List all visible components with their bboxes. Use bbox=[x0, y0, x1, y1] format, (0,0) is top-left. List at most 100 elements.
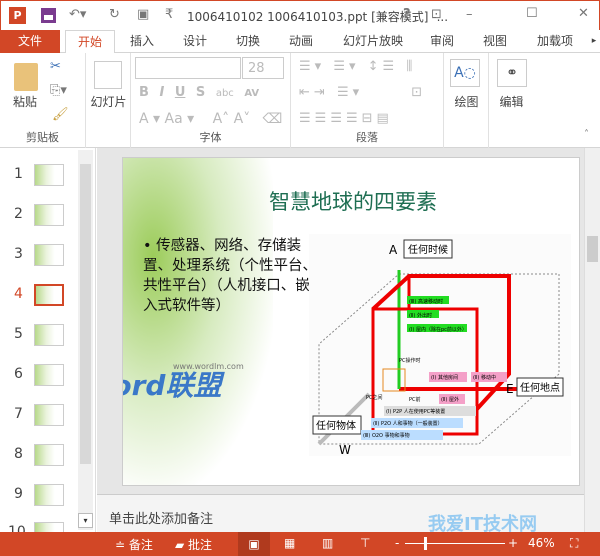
shadow-button[interactable]: S bbox=[196, 85, 205, 100]
find-binoculars-icon[interactable]: ⚭ bbox=[497, 59, 527, 87]
axis-w-label: W bbox=[339, 443, 351, 456]
slide-bullet[interactable]: • 传感器、网络、存储装置、处理系统（个性平台、共性平台）（人机接口、嵌入式软件… bbox=[143, 236, 321, 316]
shrink-font-icon[interactable]: A˅ bbox=[234, 111, 251, 127]
slide-canvas[interactable]: 智慧地球的四要素 • 传感器、网络、存储装置、处理系统（个性平台、共性平台）（人… bbox=[122, 157, 580, 486]
zoom-in-button[interactable]: + bbox=[508, 536, 518, 550]
decrease-indent-icon[interactable]: ⇤ bbox=[299, 85, 314, 100]
pink-label-2: (Ⅱ) 移动中 bbox=[473, 374, 496, 381]
grow-font-icon[interactable]: A˄ bbox=[213, 111, 230, 127]
slide-scrollbar[interactable] bbox=[584, 148, 600, 532]
tab-design[interactable]: 设计 bbox=[175, 30, 215, 53]
tab-slideshow[interactable]: 幻灯片放映 bbox=[338, 30, 408, 53]
format-painter-icon[interactable]: 🖌 bbox=[52, 107, 69, 122]
font-color-button[interactable]: A bbox=[139, 111, 149, 127]
thumbnail-9[interactable]: 9 bbox=[8, 482, 88, 510]
copy-icon[interactable]: ⎘▾ bbox=[50, 83, 67, 98]
distribute-icon[interactable]: ⊟ bbox=[362, 111, 377, 126]
notes-button[interactable]: ≐ 备注 bbox=[115, 536, 153, 553]
underline-button[interactable]: U bbox=[175, 85, 186, 100]
cut-icon[interactable]: ✂ bbox=[50, 59, 61, 74]
thumbnail-1[interactable]: 1 bbox=[8, 162, 88, 190]
numbering-icon[interactable]: ☰▾ bbox=[333, 59, 359, 74]
tab-home[interactable]: 开始 bbox=[65, 30, 115, 54]
tab-insert[interactable]: 插入 bbox=[122, 30, 162, 53]
undo-icon[interactable]: ↶▾ bbox=[69, 7, 86, 22]
italic-button[interactable]: I bbox=[159, 85, 164, 100]
align-text-icon[interactable]: ⊡ bbox=[411, 85, 426, 100]
bullets-icon[interactable]: ☰▾ bbox=[299, 59, 325, 74]
zoom-slider[interactable] bbox=[405, 543, 505, 544]
slide-title[interactable]: 智慧地球的四要素 bbox=[198, 186, 508, 216]
thumbnail-scroll-thumb[interactable] bbox=[80, 164, 91, 464]
collapse-ribbon-icon[interactable]: ˄ bbox=[584, 129, 589, 140]
char-spacing-button[interactable]: AV bbox=[244, 88, 259, 99]
editing-group: ⚭ 编辑 bbox=[489, 53, 534, 148]
change-case-button[interactable]: Aa bbox=[165, 111, 183, 127]
zoom-level[interactable]: 46% bbox=[528, 536, 555, 550]
redo-icon[interactable]: ↻ bbox=[109, 7, 120, 22]
help-button[interactable]: ? bbox=[403, 7, 411, 22]
comments-button[interactable]: ▰ 批注 bbox=[175, 536, 212, 553]
reading-view-icon[interactable]: ▥ bbox=[322, 536, 333, 550]
close-button[interactable]: ✕ bbox=[578, 6, 589, 21]
normal-view-button[interactable]: ▣ bbox=[238, 532, 270, 556]
line-spacing-icon[interactable]: ↕☰ bbox=[368, 59, 399, 74]
bold-button[interactable]: B bbox=[139, 85, 149, 100]
customize-toolbar-icon[interactable]: ₹ bbox=[165, 7, 173, 22]
new-slide-button[interactable]: 幻灯片 bbox=[86, 93, 131, 110]
tab-addins[interactable]: 加载项 bbox=[530, 30, 580, 53]
tabs-scroll-right[interactable]: ▸ bbox=[588, 30, 600, 53]
drawing-button[interactable]: 绘图 bbox=[444, 93, 489, 110]
pc-label-3: PC前 bbox=[409, 396, 421, 403]
justify-icon[interactable]: ☰ bbox=[346, 111, 362, 126]
thumbnail-3[interactable]: 3 bbox=[8, 242, 88, 270]
bottom-label-1: (Ⅰ) P2P 人在使用PC等装置 bbox=[386, 408, 445, 415]
align-center-icon[interactable]: ☰ bbox=[315, 111, 331, 126]
align-right-icon[interactable]: ☰ bbox=[330, 111, 346, 126]
zoom-out-button[interactable]: - bbox=[395, 536, 399, 550]
new-slide-icon[interactable] bbox=[94, 61, 122, 89]
smartart-icon[interactable]: ▤ bbox=[377, 111, 393, 126]
minimize-button[interactable]: – bbox=[466, 7, 473, 22]
columns-icon[interactable]: ☰▾ bbox=[337, 85, 363, 100]
thumbnail-4[interactable]: 4 bbox=[8, 282, 88, 310]
slide-scroll-thumb[interactable] bbox=[587, 236, 598, 262]
thumbnail-6[interactable]: 6 bbox=[8, 362, 88, 390]
thumbnail-scrollbar[interactable]: ▾ bbox=[78, 150, 93, 530]
thumbnail-10[interactable]: 10 bbox=[8, 520, 88, 532]
present-icon[interactable]: ▣ bbox=[137, 7, 149, 22]
ribbon-display-icon[interactable]: ⊡ bbox=[431, 7, 442, 22]
zoom-slider-thumb[interactable] bbox=[424, 537, 427, 550]
slideshow-view-icon[interactable]: ⊤ bbox=[360, 536, 370, 550]
slides-group: 幻灯片 bbox=[86, 53, 131, 148]
pink-label-1: (Ⅰ) 其他房间 bbox=[431, 374, 458, 381]
paste-button[interactable]: 粘贴 bbox=[10, 93, 40, 110]
strikethrough-button[interactable]: abc bbox=[216, 88, 234, 99]
tab-file[interactable]: 文件 bbox=[0, 30, 60, 53]
clear-format-icon[interactable]: ⌫ bbox=[263, 111, 283, 127]
tab-animations[interactable]: 动画 bbox=[281, 30, 321, 53]
thumbnail-2[interactable]: 2 bbox=[8, 202, 88, 230]
increase-indent-icon[interactable]: ⇥ bbox=[314, 85, 329, 100]
thumbnail-7[interactable]: 7 bbox=[8, 402, 88, 430]
font-name-select[interactable] bbox=[135, 57, 241, 79]
align-left-icon[interactable]: ☰ bbox=[299, 111, 315, 126]
tab-transitions[interactable]: 切换 bbox=[228, 30, 268, 53]
thumbnail-5[interactable]: 5 bbox=[8, 322, 88, 350]
shapes-icon[interactable]: A◌ bbox=[450, 59, 480, 87]
maximize-button[interactable]: ☐ bbox=[526, 6, 538, 21]
status-bar: ≐ 备注 ▰ 批注 ▣ ▦ ▥ ⊤ - + 46% ⛶ 我爱IT技术网 bbox=[0, 514, 600, 556]
text-direction-icon[interactable]: ⫼ bbox=[406, 59, 416, 74]
slide-sorter-icon[interactable]: ▦ bbox=[284, 536, 295, 550]
save-icon[interactable] bbox=[41, 8, 56, 23]
fit-to-window-icon[interactable]: ⛶ bbox=[570, 536, 578, 551]
notes-placeholder[interactable]: 单击此处添加备注 bbox=[109, 508, 213, 527]
label-any-time: 任何时候 bbox=[408, 243, 448, 256]
editing-button[interactable]: 编辑 bbox=[489, 93, 534, 110]
tab-review[interactable]: 审阅 bbox=[422, 30, 462, 53]
ribbon-tabs: 文件 开始 插入 设计 切换 动画 幻灯片放映 审阅 视图 加载项 ▸ bbox=[0, 30, 600, 54]
font-size-select[interactable]: 28 bbox=[242, 57, 284, 79]
thumbnail-8[interactable]: 8 bbox=[8, 442, 88, 470]
scroll-down-arrow[interactable]: ▾ bbox=[78, 513, 93, 528]
tab-view[interactable]: 视图 bbox=[475, 30, 515, 53]
